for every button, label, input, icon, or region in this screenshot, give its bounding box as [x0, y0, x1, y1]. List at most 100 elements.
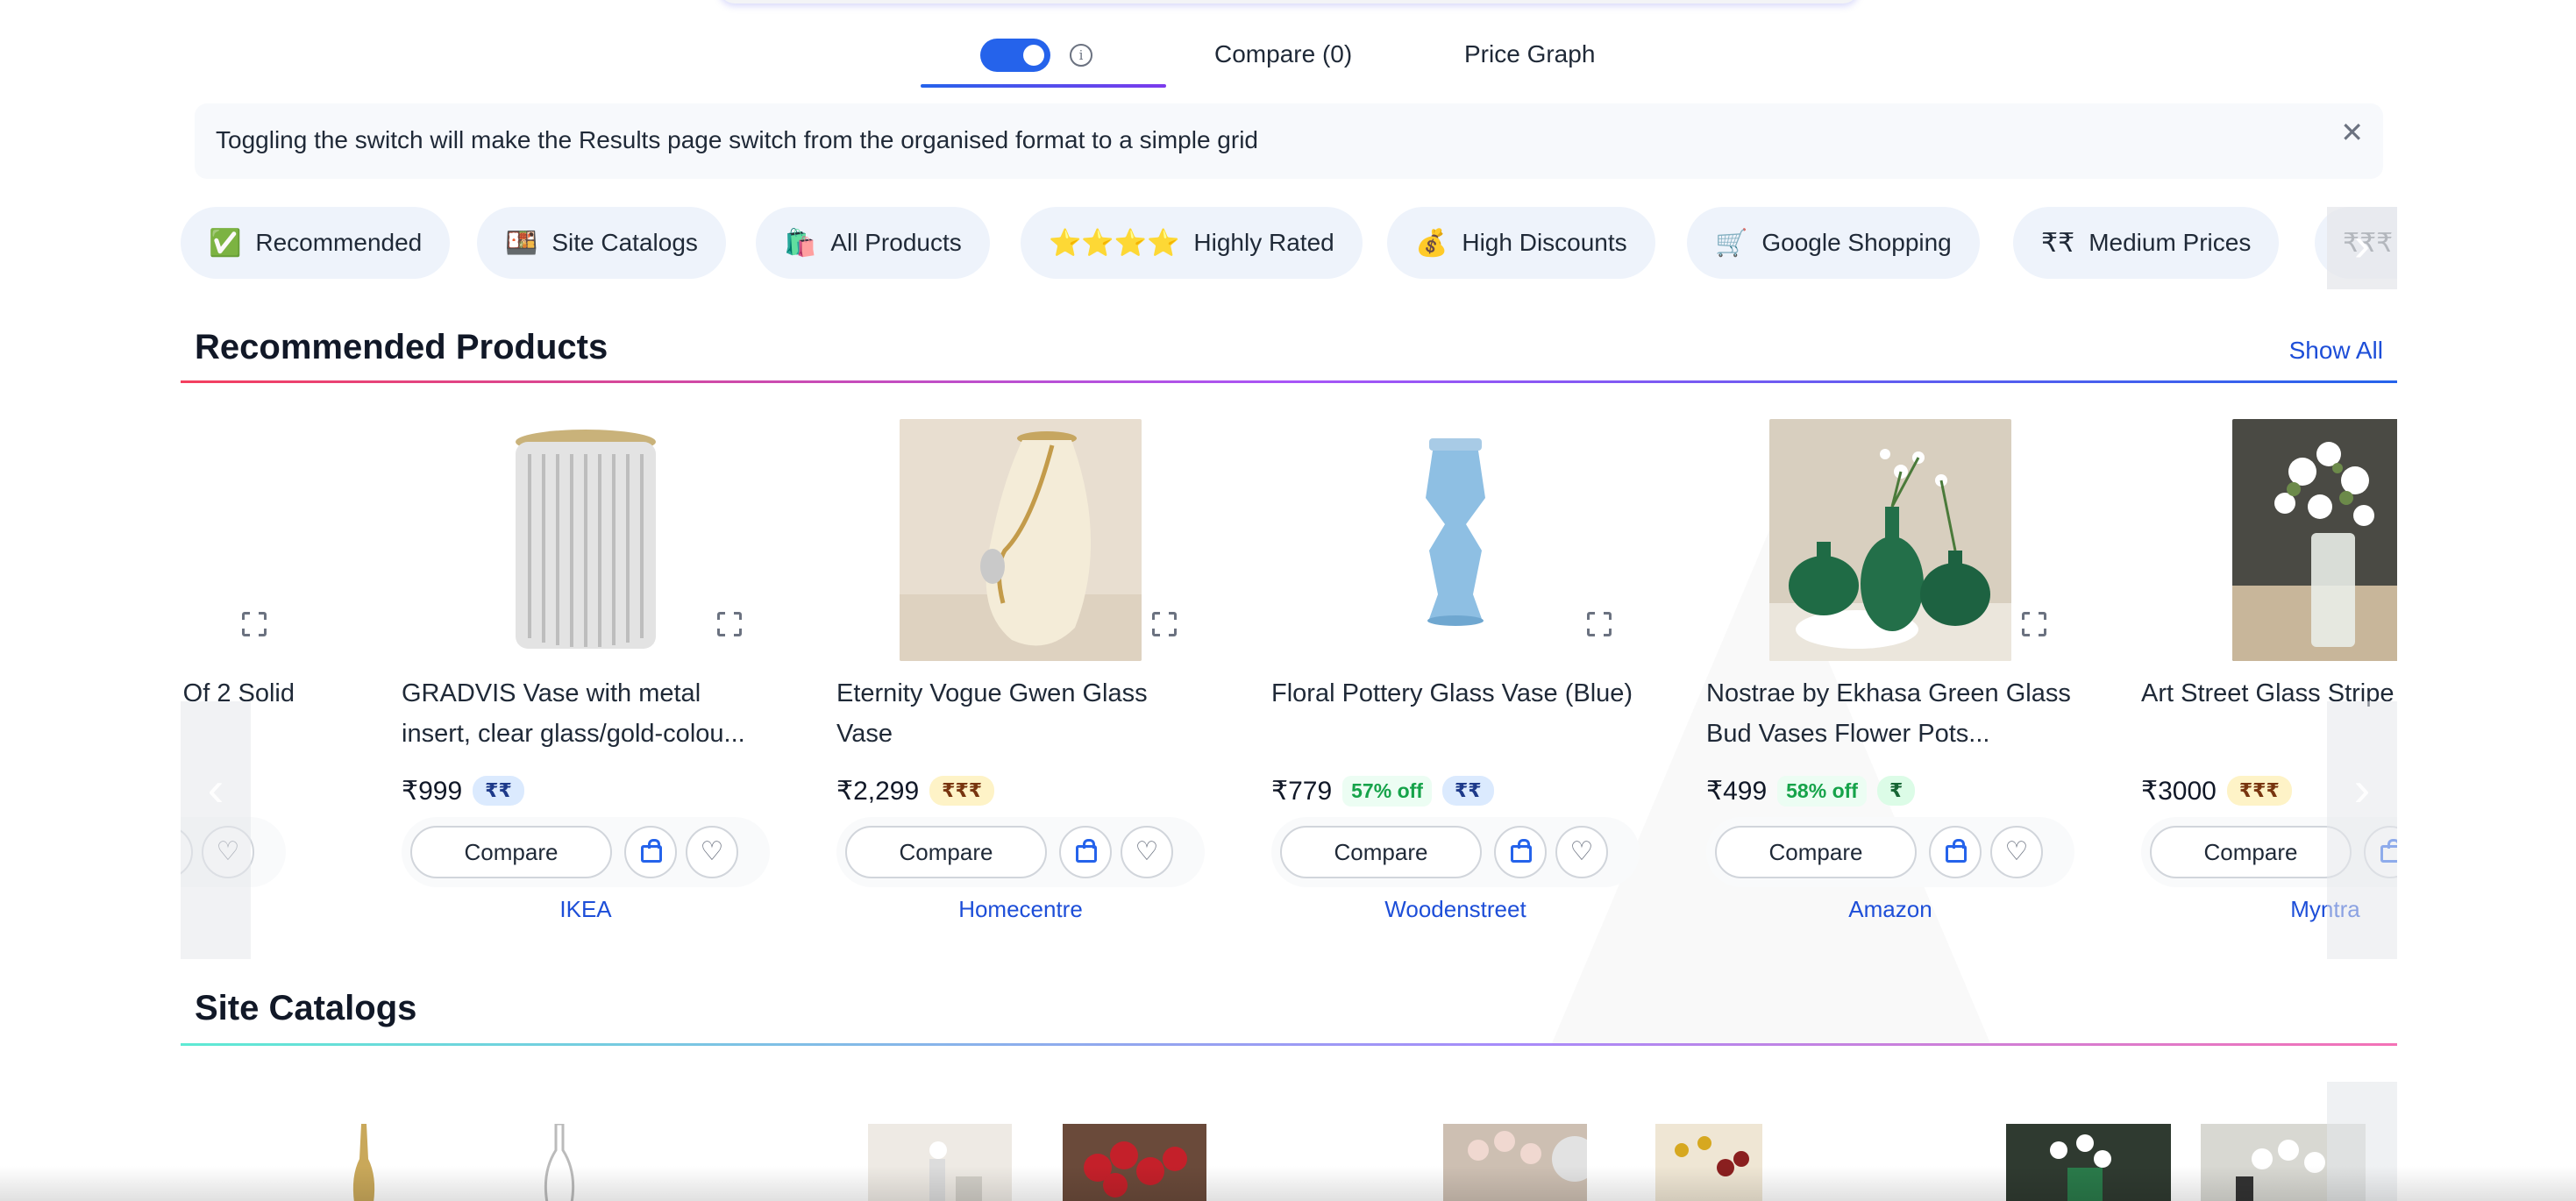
bag-icon	[1946, 839, 1967, 863]
wishlist-button[interactable]: ♡	[1990, 826, 2043, 878]
expand-icon[interactable]	[2021, 611, 2047, 637]
compare-button[interactable]: Compare	[410, 826, 612, 878]
product-price: ₹999	[402, 776, 463, 806]
section-divider	[181, 1043, 2397, 1046]
product-title[interactable]: GRADVIS Vase with metal insert, clear gl…	[402, 673, 770, 754]
product-image[interactable]	[900, 419, 1142, 661]
bag-icon	[641, 839, 662, 863]
product-image[interactable]	[2232, 419, 2397, 661]
product-card[interactable]: GRADVIS Vase with metal insert, clear gl…	[402, 412, 770, 938]
carousel-prev-button[interactable]: ‹	[181, 701, 251, 959]
add-to-cart-button[interactable]	[1059, 826, 1112, 878]
product-image[interactable]	[465, 419, 707, 661]
product-title[interactable]: Floral Pottery Glass Vase (Blue)	[1271, 673, 1640, 754]
chips-scroll-right[interactable]: ›	[2327, 207, 2397, 289]
chip-label: Recommended	[255, 229, 423, 256]
toggle-info-banner: Toggling the switch will make the Result…	[195, 103, 2383, 179]
wishlist-button[interactable]: ♡	[1555, 826, 1608, 878]
chip-recommended[interactable]: ✅ Recommended	[181, 207, 451, 279]
product-title[interactable]: Nostrae by Ekhasa Green Glass Bud Vases …	[1706, 673, 2074, 754]
store-link[interactable]: IKEA	[402, 896, 770, 923]
bento-icon: 🍱	[505, 228, 538, 258]
chip-google-shopping[interactable]: 🛒 Google Shopping	[1687, 207, 1980, 279]
store-link[interactable]: Woodenstreet	[1271, 896, 1640, 923]
info-icon[interactable]: i	[1070, 44, 1092, 67]
discount-badge: 58% off	[1777, 775, 1867, 807]
compare-button[interactable]: Compare	[1280, 826, 1482, 878]
money-bag-icon: 💰	[1415, 228, 1448, 258]
carousel-next-button[interactable]: ›	[2327, 701, 2397, 959]
compare-button[interactable]: Compare	[1715, 826, 1917, 878]
tab-compare[interactable]: Compare (0)	[1214, 40, 1352, 68]
price-row: ₹779 57% off ₹₹	[1271, 773, 1494, 808]
bag-icon	[1511, 839, 1532, 863]
product-card[interactable]: Nostrae by Ekhasa Green Glass Bud Vases …	[1706, 412, 2074, 938]
wishlist-button[interactable]: ♡	[686, 826, 738, 878]
chip-label: All Products	[830, 229, 962, 256]
chip-medium-prices[interactable]: ₹₹ Medium Prices	[2013, 207, 2280, 279]
product-price: ₹2,299	[836, 776, 920, 806]
grid-toggle-switch[interactable]	[980, 39, 1050, 72]
chip-site-catalogs[interactable]: 🍱 Site Catalogs	[477, 207, 726, 279]
product-title[interactable]: Eternity Vogue Gwen Glass Vase	[836, 673, 1205, 754]
chip-all-products[interactable]: 🛍️ All Products	[756, 207, 990, 279]
heart-icon: ♡	[2004, 837, 2029, 866]
chip-highly-rated[interactable]: ⭐⭐⭐⭐ Highly Rated	[1021, 207, 1363, 279]
store-link[interactable]: Homecentre	[836, 896, 1205, 923]
product-price: ₹779	[1271, 776, 1333, 806]
compare-button[interactable]: Compare	[845, 826, 1047, 878]
close-icon[interactable]: ✕	[2340, 116, 2364, 149]
product-price: ₹499	[1706, 776, 1768, 806]
show-all-link[interactable]: Show All	[2289, 337, 2383, 365]
product-price: ₹3000	[2141, 776, 2217, 806]
check-icon: ✅	[209, 228, 242, 258]
heart-icon: ♡	[1135, 837, 1159, 866]
compare-button[interactable]: Compare	[2150, 826, 2352, 878]
add-to-cart-button[interactable]	[1494, 826, 1547, 878]
expand-icon[interactable]	[241, 611, 267, 637]
tab-price-graph[interactable]: Price Graph	[1464, 40, 1595, 68]
product-card[interactable]: Eternity Vogue Gwen Glass Vase ₹2,299 ₹₹…	[836, 412, 1205, 938]
add-to-cart-button[interactable]	[624, 826, 677, 878]
heart-icon: ♡	[700, 837, 724, 866]
discount-badge: 57% off	[1342, 775, 1432, 807]
product-image[interactable]	[1769, 419, 2011, 661]
expand-icon[interactable]	[716, 611, 743, 637]
product-image[interactable]	[1334, 419, 1576, 661]
chip-label: Medium Prices	[2089, 229, 2252, 256]
view-tabs: i Compare (0) Price Graph	[921, 33, 1622, 88]
cart-icon: 🛒	[1715, 228, 1748, 258]
stars-icon: ⭐⭐⭐⭐	[1049, 228, 1180, 258]
section-title-site-catalogs: Site Catalogs	[195, 989, 417, 1027]
recommended-carousel: Of 2 Solid ♡ n GRADVIS Vase wi	[181, 412, 2397, 961]
price-row: ₹999 ₹₹	[402, 773, 524, 808]
product-actions: Compare ♡	[1706, 817, 2074, 887]
heart-icon: ♡	[1569, 837, 1594, 866]
product-actions: Compare ♡	[836, 817, 1205, 887]
product-actions: Compare ♡	[402, 817, 770, 887]
shopping-bags-icon: 🛍️	[784, 228, 817, 258]
price-tier-badge: ₹₹₹	[929, 776, 995, 806]
footer-shadow	[0, 1166, 2576, 1201]
price-tier-badge: ₹₹	[473, 776, 524, 806]
product-actions: Compare ♡	[1271, 817, 1640, 887]
section-title-recommended: Recommended Products	[195, 328, 608, 366]
switch-knob	[1023, 45, 1044, 66]
expand-icon[interactable]	[1151, 611, 1178, 637]
add-to-cart-button[interactable]	[1929, 826, 1982, 878]
active-tab-underline	[921, 84, 1166, 88]
store-link[interactable]: Amazon	[1706, 896, 2074, 923]
chip-label: Site Catalogs	[551, 229, 698, 256]
chip-high-discounts[interactable]: 💰 High Discounts	[1387, 207, 1655, 279]
chip-label: Google Shopping	[1761, 229, 1952, 256]
tab-layout-toggle[interactable]: i	[921, 33, 1166, 88]
chip-label: Highly Rated	[1193, 229, 1334, 256]
product-card[interactable]: Floral Pottery Glass Vase (Blue) ₹779 57…	[1271, 412, 1640, 938]
rupee-icon: ₹₹	[2041, 228, 2075, 258]
price-tier-badge: ₹₹	[1441, 776, 1494, 806]
expand-icon[interactable]	[1586, 611, 1612, 637]
wishlist-button[interactable]: ♡	[1121, 826, 1173, 878]
banner-message: Toggling the switch will make the Result…	[216, 126, 1258, 153]
price-row: ₹2,299 ₹₹₹	[836, 773, 995, 808]
chip-label: High Discounts	[1462, 229, 1627, 256]
